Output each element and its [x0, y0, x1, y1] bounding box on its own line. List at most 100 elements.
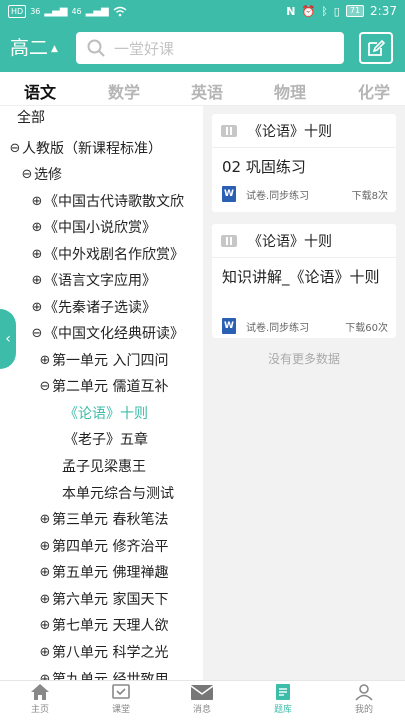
tree-item-label: 《中国文化经典研读》 [44, 326, 184, 342]
card-header: 《论语》十则 [212, 114, 396, 148]
wifi-icon [113, 6, 127, 17]
tree-item[interactable]: ⊕ 《中外戏剧名作欣赏》 [30, 243, 184, 267]
tree-item[interactable]: ⊕ 第七单元 天理人欲 [38, 614, 169, 638]
tree-item[interactable]: ⊖ 选修 [20, 163, 62, 187]
expand-icon: ⊕ [39, 565, 51, 580]
tree-item[interactable]: ⊖ 人教版（新课程标准） [8, 137, 162, 161]
signal-2-indicator: 46 [71, 7, 82, 16]
tree-item[interactable]: ⊕ 第五单元 佛理禅趣 [38, 561, 169, 585]
search-icon [87, 39, 105, 57]
collapse-icon: ⊖ [39, 379, 51, 394]
tree-item[interactable]: ⊕ 第三单元 春秋笔法 [38, 508, 169, 532]
expand-icon: ⊕ [39, 353, 51, 368]
card-footer: W 试卷.同步练习 下载60次 [212, 318, 396, 342]
tree-item-selected[interactable]: 《论语》十则 [64, 402, 148, 426]
expand-icon: ⊕ [39, 645, 51, 660]
status-left: HD 36 ▂▄▆ 46 ▂▄▆ [8, 5, 127, 18]
question-bank-icon [276, 684, 290, 700]
bluetooth-icon: ᛒ [321, 4, 328, 18]
tree-item-label: 《论语》十则 [64, 406, 148, 422]
tab-physics[interactable]: 物理 [274, 79, 306, 103]
nav-label: 我的 [354, 705, 373, 715]
tree-item-label: 《先秦诸子选读》 [44, 300, 156, 316]
status-right: N ⏰ ᛒ ▯ 71 2:37 [286, 4, 397, 18]
nav-classroom[interactable]: 课堂 [91, 683, 151, 715]
tree-item[interactable]: ⊕ 《先秦诸子选读》 [30, 296, 156, 320]
word-doc-icon: W [222, 186, 236, 202]
nav-question-bank[interactable]: 题库 [253, 683, 313, 715]
tree-item[interactable]: ⊕ 第九单元 经世致用 [38, 668, 169, 680]
tree-item[interactable]: ⊕ 第四单元 修齐治平 [38, 535, 169, 559]
hd-indicator: HD [8, 5, 27, 18]
catalog-tree: 全部 ⊖ 人教版（新课程标准） ⊖ 选修 ⊕ 《中国古代诗歌散文欣 ⊕ 《中国小说欣赏》… [0, 106, 203, 680]
nav-messages[interactable]: 消息 [172, 683, 232, 715]
tree-item-label: 《中外戏剧名作欣赏》 [44, 247, 184, 263]
tree-item-label: 第八单元 科学之光 [52, 645, 169, 661]
collapse-icon: ⊖ [21, 167, 33, 182]
tab-chemistry[interactable]: 化学 [358, 79, 390, 103]
expand-icon: ⊕ [39, 618, 51, 633]
bottom-nav: 主页 课堂 消息 题库 我的 [0, 680, 405, 720]
nav-label: 消息 [192, 705, 211, 715]
card-type: 试卷.同步练习 [246, 190, 310, 202]
resource-card[interactable]: 《论语》十则 知识讲解_《论语》十则 W 试卷.同步练习 下载60次 [212, 224, 396, 338]
expand-icon: ⊕ [31, 300, 43, 315]
expand-icon: ⊕ [31, 220, 43, 235]
tab-math[interactable]: 数学 [108, 79, 140, 103]
tree-item[interactable]: ⊕ 第六单元 家国天下 [38, 588, 169, 612]
tree-item[interactable]: ⊕ 第八单元 科学之光 [38, 641, 169, 665]
tree-item-label: 第一单元 入门四问 [52, 353, 169, 369]
classroom-icon [112, 684, 130, 699]
tree-item-label: 孟子见梁惠王 [62, 459, 146, 475]
tree-item-label: 第三单元 春秋笔法 [52, 512, 169, 528]
signal-1-indicator: 36 [30, 7, 41, 16]
nav-home[interactable]: 主页 [10, 683, 70, 715]
tree-item[interactable]: ⊕ 《语言文字应用》 [30, 269, 156, 293]
subject-tabs: 语文 数学 英语 物理 化学 [0, 72, 405, 106]
expand-icon: ⊕ [31, 273, 43, 288]
tree-item-label: 人教版（新课程标准） [22, 141, 162, 157]
tree-item[interactable]: ⊕ 《中国古代诗歌散文欣 [30, 190, 184, 214]
expand-icon: ⊕ [31, 194, 43, 209]
edit-button[interactable] [359, 32, 393, 64]
nav-profile[interactable]: 我的 [334, 683, 394, 715]
search-placeholder: 一堂好课 [114, 39, 175, 58]
tree-item-label: 本单元综合与测试 [62, 486, 174, 502]
card-category: 《论语》十则 [248, 123, 332, 140]
resource-list: 《论语》十则 02 巩固练习 W 试卷.同步练习 下载8次 《论语》十则 知识讲… [203, 106, 405, 680]
tree-item-label: 《中国小说欣赏》 [44, 220, 156, 236]
expand-icon: ⊕ [39, 512, 51, 527]
sidebar-toggle-button[interactable]: ‹ [0, 309, 16, 369]
card-downloads: 下载60次 [345, 322, 388, 334]
tree-item-label: 《语言文字应用》 [44, 273, 156, 289]
card-title: 02 巩固练习 [222, 158, 306, 176]
tree-item-all[interactable]: 全部 [17, 106, 45, 130]
collapse-icon: ⊖ [31, 326, 43, 341]
tab-english[interactable]: 英语 [191, 79, 223, 103]
battery-icon: 71 [345, 5, 365, 17]
tree-item[interactable]: ⊖ 第二单元 儒道互补 [38, 375, 169, 399]
tree-item[interactable]: ⊕ 第一单元 入门四问 [38, 349, 169, 373]
tree-item-label: 第二单元 儒道互补 [52, 379, 169, 395]
expand-icon: ⊕ [31, 247, 43, 262]
tree-item[interactable]: 孟子见梁惠王 [62, 455, 146, 479]
tree-item[interactable]: ⊕ 《中国小说欣赏》 [30, 216, 156, 240]
nfc-icon: N [286, 4, 296, 18]
tab-chinese[interactable]: 语文 [24, 79, 56, 103]
tree-item[interactable]: 《老子》五章 [64, 428, 148, 452]
edit-icon [368, 39, 386, 56]
tree-item[interactable]: 本单元综合与测试 [62, 482, 174, 506]
tree-item[interactable]: ⊖ 《中国文化经典研读》 [30, 322, 184, 346]
tree-item-label: 《老子》五章 [64, 432, 148, 448]
tree-item-label: 第六单元 家国天下 [52, 592, 169, 608]
search-input[interactable]: 一堂好课 [76, 32, 344, 64]
grade-selector[interactable]: 高二 ▲ [10, 33, 58, 60]
profile-icon [355, 684, 373, 701]
book-icon [221, 234, 237, 247]
grade-label: 高二 [10, 37, 49, 59]
card-title: 知识讲解_《论语》十则 [222, 268, 380, 286]
resource-card[interactable]: 《论语》十则 02 巩固练习 W 试卷.同步练习 下载8次 [212, 114, 396, 212]
alarm-icon: ⏰ [301, 4, 316, 18]
card-category: 《论语》十则 [248, 233, 332, 250]
tree-item-label: 第九单元 经世致用 [52, 672, 169, 680]
